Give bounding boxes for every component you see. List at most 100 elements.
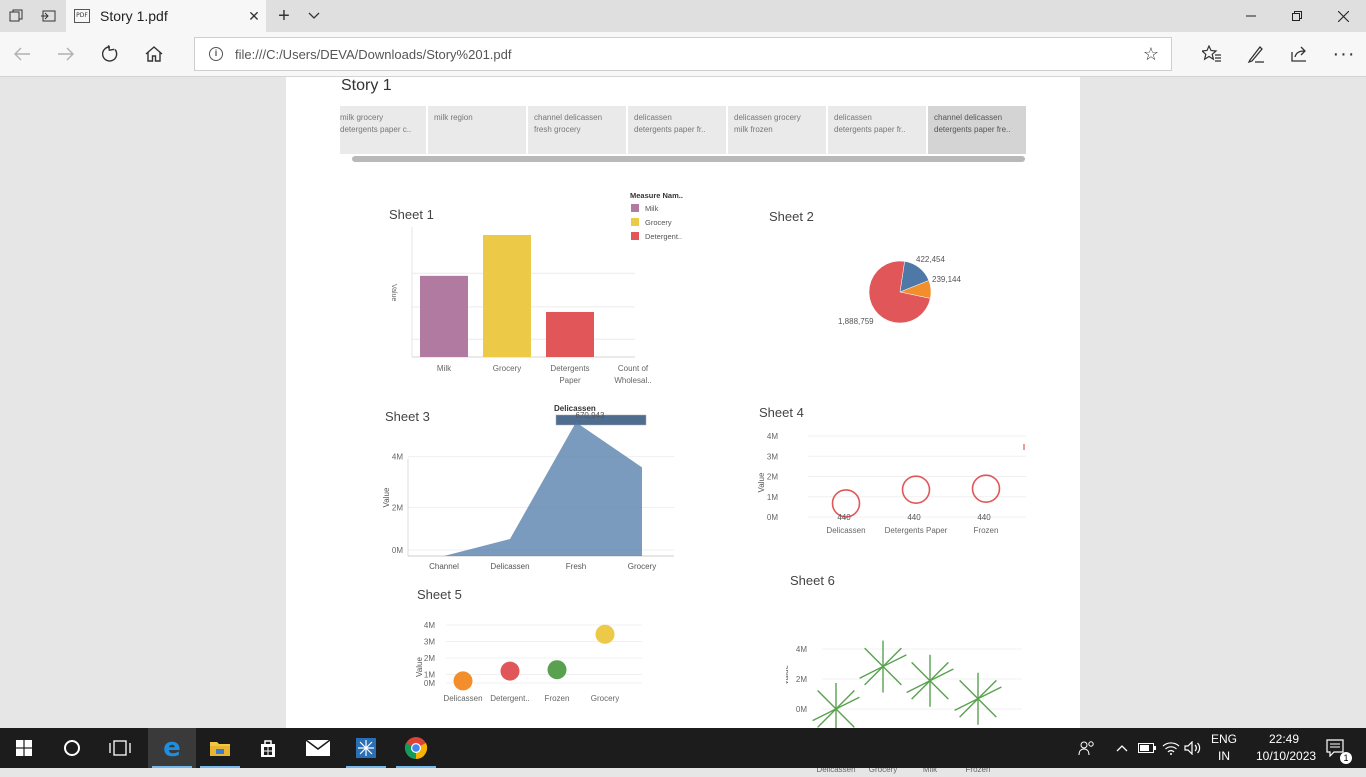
close-tab-icon[interactable]: ✕ [242,8,266,25]
share-icon[interactable] [1284,38,1316,70]
s4-y-tick: 1M [767,493,778,502]
chrome-icon[interactable] [392,728,440,768]
s1-bar-detergents-paper [546,311,594,357]
story-point-4[interactable]: delicassen detergents paper fr.. [628,106,726,154]
s5-y-tick: 4M [424,621,435,630]
s4-data-label: 440 [907,513,921,522]
s4-y-axis-label: Value [757,472,766,492]
hidden-icons-chevron-icon[interactable] [1112,728,1132,768]
s1-tick-label: Count of [618,364,649,373]
s5-dot-mark [500,661,520,681]
story-point-3[interactable]: channel delicassen fresh grocery [528,106,626,154]
favorites-list-icon[interactable] [1196,38,1228,70]
s5-x-tick: Grocery [591,694,619,703]
story-point-1[interactable]: milk grocery detergents paper c.. [340,106,426,154]
s4-y-tick: 2M [767,473,778,482]
action-center-icon[interactable]: 1 [1316,728,1356,768]
tab-list-chevron-icon[interactable] [298,0,330,32]
lang-code: ENG [1210,732,1237,746]
story-points-navigator: milk grocery detergents paper c.. milk r… [340,106,1026,154]
set-tabs-aside-icon[interactable] [32,0,64,32]
s3-x-tick: Fresh [566,562,586,571]
sheet4-circle-chart: 0M 1M 2M 3M 4M Value 440 Delicassen 440 Detergent… [757,432,1026,535]
s4-x-tick: Frozen [974,526,999,535]
s3-data-label: 670,943 [576,411,605,420]
windows-start-icon[interactable] [0,728,48,768]
snipping-app-icon[interactable] [342,728,390,768]
s4-circle-mark [971,474,1001,503]
cortana-search-icon[interactable] [48,728,96,768]
s4-x-tick: Detergents Paper [885,526,948,535]
sheet1-bar-chart: Value Milk Grocery Detergents Paper Count of W… [390,191,683,385]
story-scrollbar[interactable] [352,156,1025,162]
more-options-icon[interactable]: ··· [1328,38,1360,70]
input-language[interactable]: ENG IN [1208,731,1240,765]
s1-tick-label: Wholesal.. [614,376,651,385]
people-icon[interactable] [1072,728,1102,768]
s3-y-tick: 2M [392,503,403,512]
file-explorer-icon[interactable] [196,728,244,768]
s1-bar-milk [420,275,468,357]
s1-legend-swatch [631,232,639,240]
s1-legend-label: Milk [645,204,659,213]
store-icon[interactable] [244,728,292,768]
pdf-page: Story 1 milk grocery detergents paper c.… [286,77,1080,774]
tab-actions-icon[interactable] [0,0,32,32]
tab-title: Story 1.pdf [100,8,168,24]
s5-x-tick: Detergent.. [490,694,530,703]
wifi-icon[interactable] [1160,728,1182,768]
story-point-5[interactable]: delicassen grocery milk frozen [728,106,826,154]
restore-icon[interactable] [1274,0,1320,32]
address-bar[interactable]: i file:///C:/Users/DEVA/Downloads/Story%… [194,37,1172,71]
s5-y-tick: 3M [424,638,435,647]
refresh-icon[interactable] [94,38,126,70]
s1-legend-swatch [631,218,639,226]
pen-notes-icon[interactable] [1240,38,1272,70]
s6-y-tick: 2M [796,675,807,684]
tab-story-pdf[interactable]: PDF Story 1.pdf ✕ [66,0,266,32]
s3-y-axis-label: Value [382,487,391,507]
s4-y-tick: 0M [767,513,778,522]
sheet4-title: Sheet 4 [759,405,804,420]
s6-y-tick: 4M [796,645,807,654]
site-info-icon[interactable]: i [209,47,223,61]
s1-tick-label: Grocery [493,364,521,373]
close-window-icon[interactable] [1320,0,1366,32]
home-icon[interactable] [138,38,170,70]
s3-y-tick: 4M [392,453,403,462]
navigation-bar: i file:///C:/Users/DEVA/Downloads/Story%… [0,32,1366,77]
s3-x-tick: Delicassen [490,562,529,571]
sheet5-dot-chart: 0M1M 2M 3M 4M Value Delicassen Detergent.. Froz… [415,621,642,703]
s1-tick-label: Paper [559,376,581,385]
s5-y-tick: 2M [424,654,435,663]
favorite-star-icon[interactable]: ☆ [1131,44,1171,65]
s2-slice-label: 239,144 [932,275,961,284]
s1-legend-swatch [631,204,639,212]
system-clock[interactable]: 22:49 10/10/2023 [1256,731,1316,765]
sheet3-area-chart: Delicassen0M2M4MValue670,943Channel Delic… [382,404,674,571]
s3-area [444,422,642,556]
forward-arrow-icon[interactable] [50,38,82,70]
story-point-2[interactable]: milk region [428,106,526,154]
s5-dot-mark [547,660,567,680]
mail-icon[interactable] [294,728,342,768]
minimize-icon[interactable] [1228,0,1274,32]
volume-icon[interactable] [1182,728,1204,768]
edge-browser-icon[interactable]: e [148,728,196,768]
s1-tick-label: Detergents [550,364,589,373]
story-point-7-active[interactable]: channel delicassen detergents paper fre.… [928,106,1026,154]
story-point-6[interactable]: delicassen detergents paper fr.. [828,106,926,154]
s2-slice-label: 422,454 [916,255,945,264]
pdf-icon: PDF [74,9,90,23]
battery-icon[interactable] [1136,728,1158,768]
story-title: Story 1 [341,77,392,94]
back-arrow-icon[interactable] [6,38,38,70]
task-view-icon[interactable] [96,728,144,768]
pdf-viewer[interactable]: Story 1 milk grocery detergents paper c.… [0,77,1366,774]
url-text[interactable]: file:///C:/Users/DEVA/Downloads/Story%20… [235,47,1131,62]
s1-legend-title: Measure Nam.. [630,191,683,200]
clock-time: 22:49 [1268,732,1300,746]
s5-dot-mark [595,624,615,644]
new-tab-icon[interactable]: + [268,0,300,32]
s3-x-tick: Grocery [628,562,656,571]
